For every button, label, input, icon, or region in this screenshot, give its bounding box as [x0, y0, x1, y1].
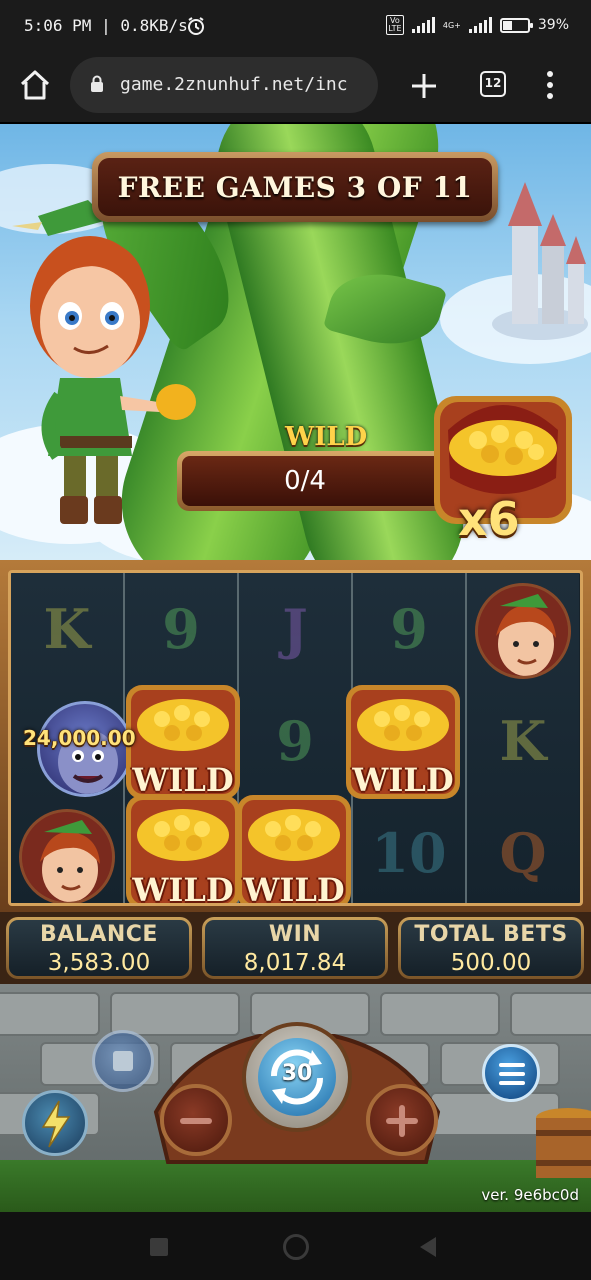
- control-panel: 30 ver. 9e6bc0d: [0, 984, 591, 1212]
- symbol-j: J: [282, 597, 308, 661]
- balance-value: 3,583.00: [47, 950, 151, 976]
- signal-2-icon: [468, 17, 492, 33]
- wild-progress-text: 0/4: [182, 456, 468, 506]
- network-type-icon: 4G+: [442, 20, 461, 30]
- address-bar[interactable]: game.2znunhuf.net/inc: [70, 57, 378, 113]
- line-win-amount: 24,000.00: [23, 726, 136, 750]
- symbol-10: 10: [371, 821, 447, 885]
- wild-symbol: WILD: [342, 681, 464, 803]
- multiplier-text: x6: [458, 492, 520, 546]
- total-bets-label: TOTAL BETS: [414, 922, 568, 947]
- info-row: BALANCE 3,583.00 WIN 8,017.84 TOTAL BETS…: [0, 912, 591, 984]
- hamburger-icon: [499, 1063, 525, 1067]
- status-indicators: Vo LTE 4G+ 39%: [385, 15, 569, 35]
- game-menu-button[interactable]: [482, 1044, 540, 1102]
- castle-illustration: [492, 182, 588, 340]
- win-panel: WIN 8,017.84: [202, 917, 388, 979]
- tab-switcher-button[interactable]: 12: [480, 71, 506, 97]
- back-icon[interactable]: [420, 1237, 436, 1257]
- lightning-icon: [41, 1100, 71, 1148]
- free-games-text: FREE GAMES 3 OF 11: [98, 158, 492, 216]
- home-icon[interactable]: [18, 68, 52, 102]
- symbol-q: Q: [499, 821, 547, 885]
- symbol-k: K: [43, 597, 91, 661]
- new-tab-icon[interactable]: [408, 70, 440, 102]
- wild-text: WILD: [243, 871, 345, 906]
- battery-icon: [499, 17, 533, 33]
- win-value: 8,017.84: [243, 950, 347, 976]
- more-vert-icon[interactable]: [540, 68, 560, 102]
- balance-label: BALANCE: [40, 922, 158, 947]
- stop-button[interactable]: [92, 1030, 154, 1092]
- status-time: 5:06 PM | 0.8KB/s: [24, 16, 188, 35]
- url-text: game.2znunhuf.net/inc: [120, 74, 348, 95]
- lock-icon: [91, 75, 103, 92]
- increase-bet-button[interactable]: [366, 1084, 438, 1156]
- wild-meter-label: WILD: [285, 422, 368, 452]
- minus-icon: [180, 1118, 212, 1124]
- game-scene: FREE GAMES 3 OF 11 WILD 0/4 x6: [0, 124, 591, 560]
- alarm-icon: [188, 17, 204, 35]
- recents-icon[interactable]: [150, 1238, 168, 1256]
- win-label: WIN: [268, 922, 322, 947]
- battery-percent: 39%: [537, 17, 569, 33]
- stop-square-icon: [113, 1051, 133, 1071]
- jack-portrait-symbol: [19, 809, 115, 903]
- reel-grid: K 24,000.00 9 WILD WILD J 9 WILD 9 WILD …: [8, 570, 583, 906]
- symbol-9: 9: [390, 597, 428, 661]
- wild-text: WILD: [352, 761, 454, 799]
- reels-frame: K 24,000.00 9 WILD WILD J 9 WILD 9 WILD …: [0, 560, 591, 912]
- signal-icon: [411, 17, 435, 33]
- symbol-9: 9: [162, 597, 200, 661]
- spin-button[interactable]: 30: [242, 1022, 352, 1132]
- wild-text: WILD: [132, 871, 234, 906]
- wild-symbol: WILD: [233, 791, 355, 906]
- turbo-button[interactable]: [22, 1090, 88, 1156]
- balance-panel: BALANCE 3,583.00: [6, 917, 192, 979]
- free-spin-counter: 30: [281, 1061, 313, 1086]
- total-bets-value: 500.00: [450, 950, 532, 976]
- status-bar: 5:06 PM | 0.8KB/s Vo LTE 4G+ 39%: [0, 0, 591, 52]
- game-canvas[interactable]: FREE GAMES 3 OF 11 WILD 0/4 x6 K 24,000.…: [0, 124, 591, 1212]
- version-label: ver. 9e6bc0d: [481, 1186, 579, 1204]
- wild-symbol: WILD: [122, 681, 244, 803]
- wild-symbol: WILD: [122, 791, 244, 906]
- total-bets-panel: TOTAL BETS 500.00: [398, 917, 584, 979]
- jack-portrait-symbol: [475, 583, 571, 679]
- home-nav-icon[interactable]: [283, 1234, 309, 1260]
- volte-icon: Vo LTE: [385, 15, 404, 35]
- symbol-k: K: [499, 709, 547, 773]
- decrease-bet-button[interactable]: [160, 1084, 232, 1156]
- symbol-9: 9: [276, 709, 314, 773]
- barrel-illustration: [536, 1108, 591, 1178]
- browser-toolbar: game.2znunhuf.net/inc 12: [0, 52, 591, 122]
- system-nav-bar: [0, 1212, 591, 1280]
- free-games-banner: FREE GAMES 3 OF 11: [92, 152, 498, 222]
